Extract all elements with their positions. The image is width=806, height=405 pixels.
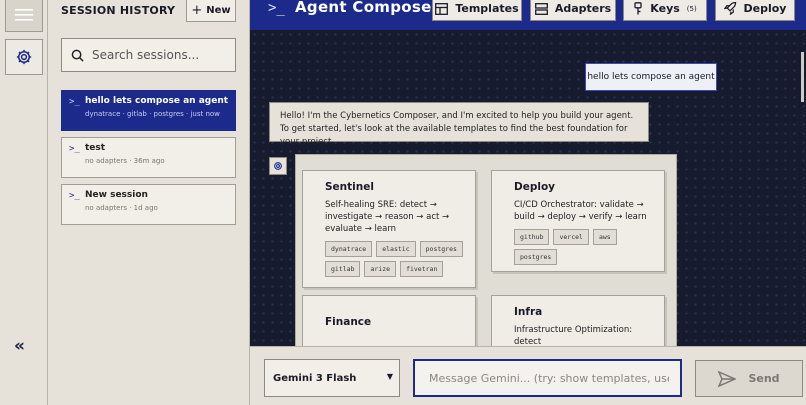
session-meta: no adapters · 36m ago — [85, 157, 165, 165]
template-card-sentinel[interactable]: Sentinel Self-healing SRE: detect → inve… — [302, 170, 476, 288]
tag: postgres — [514, 249, 558, 265]
adapters-button[interactable]: Adapters — [530, 0, 616, 21]
gear-icon — [16, 49, 32, 65]
chat-area[interactable]: hello lets compose an agent Hello! I'm t… — [250, 30, 806, 346]
template-tags: github vercel aws postgres — [514, 229, 654, 265]
tag: github — [514, 229, 550, 245]
menu-button[interactable] — [5, 0, 43, 32]
template-description: CI/CD Orchestrator: validate → build → d… — [514, 200, 647, 222]
template-description: Infrastructure Optimization: detect — [514, 325, 633, 346]
message-field — [413, 359, 682, 397]
tag: aws — [592, 229, 617, 245]
session-item[interactable]: >_ New session no adapters · 1d ago — [61, 184, 236, 225]
assistant-avatar-icon — [269, 157, 287, 175]
keys-label: Keys — [650, 2, 680, 15]
user-message: hello lets compose an agent — [585, 63, 717, 91]
tag: elastic — [376, 241, 416, 257]
templates-button[interactable]: Templates — [432, 0, 522, 21]
session-list: >_ hello lets compose an agent dynatrace… — [61, 90, 236, 231]
session-search — [61, 38, 236, 72]
composer-bar: Gemini 3 Flash ▼ Send — [250, 346, 806, 405]
template-name: Deploy — [514, 181, 556, 193]
tag: gitlab — [325, 261, 361, 277]
keys-count-badge: (5) — [686, 4, 697, 13]
session-title: test — [85, 143, 106, 153]
session-item[interactable]: >_ hello lets compose an agent dynatrace… — [61, 90, 236, 131]
tag: dynatrace — [325, 241, 373, 257]
template-description: Self-healing SRE: detect → investigate →… — [325, 200, 450, 234]
sidebar-title: SESSION HISTORY — [61, 4, 176, 17]
terminal-icon: >_ — [69, 144, 80, 154]
terminal-logo-icon: >_ — [268, 0, 285, 16]
tag: vercel — [553, 229, 589, 245]
session-meta: no adapters · 1d ago — [85, 204, 158, 212]
search-icon — [71, 49, 84, 62]
settings-button[interactable] — [5, 39, 43, 75]
template-name: Sentinel — [325, 181, 374, 193]
template-card-deploy[interactable]: Deploy CI/CD Orchestrator: validate → bu… — [491, 170, 665, 272]
collapse-sidebar-icon[interactable]: « — [14, 336, 25, 356]
menu-icon — [15, 9, 33, 21]
assistant-message: Hello! I'm the Cybernetics Composer, and… — [269, 102, 649, 147]
message-input[interactable] — [429, 371, 669, 385]
tag: arize — [364, 261, 397, 277]
app-header: >_ Agent Composer Templates Adapters Key… — [250, 0, 806, 30]
send-icon — [718, 370, 737, 387]
session-title: hello lets compose an agent — [85, 96, 228, 106]
template-tags: dynatrace elastic postgres gitlab arize … — [325, 241, 465, 277]
deploy-label: Deploy — [743, 2, 787, 15]
template-gallery: Sentinel Self-healing SRE: detect → inve… — [295, 154, 677, 346]
session-meta: dynatrace · gitlab · postgres · just now — [85, 110, 220, 118]
search-input[interactable] — [92, 48, 222, 62]
model-select-value: Gemini 3 Flash — [273, 372, 357, 384]
plus-icon: + — [191, 2, 203, 18]
chat-scrollbar[interactable] — [801, 52, 804, 102]
tag: fivetran — [400, 261, 444, 277]
new-session-label: New — [206, 4, 231, 16]
send-button[interactable]: Send — [695, 360, 803, 397]
templates-icon — [435, 2, 449, 15]
template-name: Infra — [514, 306, 543, 318]
session-sidebar: SESSION HISTORY + New >_ hello lets comp… — [48, 0, 250, 405]
session-item[interactable]: >_ test no adapters · 36m ago — [61, 137, 236, 178]
tag: postgres — [419, 241, 463, 257]
send-label: Send — [748, 372, 780, 385]
keys-button[interactable]: Keys (5) — [623, 0, 707, 21]
session-title: New session — [85, 190, 148, 200]
templates-label: Templates — [455, 2, 519, 15]
chevron-down-icon: ▼ — [386, 372, 393, 381]
deploy-button[interactable]: Deploy — [715, 0, 795, 21]
rocket-icon — [723, 2, 736, 15]
template-name: Finance — [325, 316, 372, 328]
terminal-icon: >_ — [69, 191, 80, 201]
app-title: Agent Composer — [295, 0, 440, 16]
adapters-label: Adapters — [554, 2, 612, 15]
new-session-button[interactable]: + New — [186, 0, 236, 22]
template-card-infra[interactable]: Infra Infrastructure Optimization: detec… — [491, 295, 665, 346]
key-icon — [634, 2, 642, 15]
model-select[interactable]: Gemini 3 Flash ▼ — [264, 359, 400, 397]
terminal-icon: >_ — [69, 97, 80, 107]
adapters-icon — [534, 2, 548, 15]
icon-rail: « — [0, 0, 48, 405]
template-card-finance[interactable]: Finance — [302, 295, 476, 346]
